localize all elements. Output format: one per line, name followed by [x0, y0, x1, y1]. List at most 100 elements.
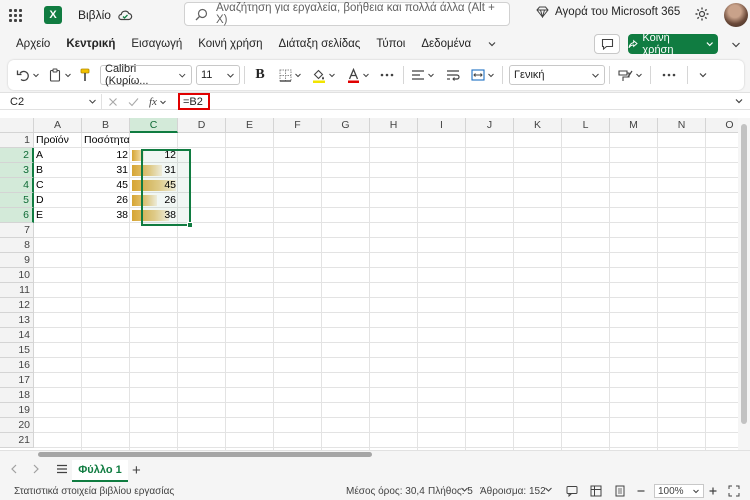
cloud-saved-icon[interactable] [117, 7, 133, 23]
wrap-text-button[interactable] [442, 60, 464, 90]
row-header-9[interactable]: 9 [0, 253, 34, 268]
fit-to-window-icon[interactable] [728, 485, 740, 497]
row-header-21[interactable]: 21 [0, 433, 34, 448]
row-header-15[interactable]: 15 [0, 343, 34, 358]
next-sheet-chevron-icon[interactable] [32, 464, 40, 474]
cancel-x-icon[interactable] [108, 97, 118, 107]
horizontal-scroll-thumb[interactable] [38, 452, 372, 457]
cell-A1[interactable]: Προϊόν [34, 133, 82, 148]
row-header-20[interactable]: 20 [0, 418, 34, 433]
tab-data[interactable]: Δεδομένα [413, 30, 479, 58]
collapse-ribbon-chevron-icon[interactable] [730, 38, 742, 50]
all-sheets-menu-icon[interactable] [56, 464, 68, 474]
row-header-3[interactable]: 3 [0, 163, 34, 178]
add-sheet-plus-icon[interactable]: + [132, 462, 141, 479]
zoom-out-minus-icon[interactable] [636, 485, 646, 497]
document-title[interactable]: Βιβλίο [78, 8, 111, 22]
tabs-overflow-chevron-icon[interactable] [479, 30, 505, 58]
borders-button[interactable] [275, 60, 305, 90]
fill-handle[interactable] [187, 222, 193, 228]
search-box[interactable]: Αναζήτηση για εργαλεία, βοήθεια και πολλ… [184, 2, 510, 26]
workbook-statistics[interactable]: Στατιστικά στοιχεία βιβλίου εργασίας [14, 486, 174, 497]
undo-button[interactable] [14, 60, 42, 90]
column-header-n[interactable]: N [658, 118, 706, 133]
row-header-10[interactable]: 10 [0, 268, 34, 283]
cell-B3[interactable]: 31 [82, 163, 130, 178]
prev-sheet-chevron-icon[interactable] [10, 464, 18, 474]
zoom-in-plus-icon[interactable] [708, 485, 718, 497]
column-header-b[interactable]: B [82, 118, 130, 133]
column-header-o[interactable]: O [706, 118, 738, 133]
cell-B2[interactable]: 12 [82, 148, 130, 163]
toolbar-expand-button[interactable] [692, 60, 714, 90]
column-header-j[interactable]: J [466, 118, 514, 133]
cell-C4[interactable]: 45 [130, 178, 178, 193]
row-header-6[interactable]: 6 [0, 208, 34, 223]
cell-C2[interactable]: 12 [130, 148, 178, 163]
zoom-level-dropdown[interactable]: 100% [654, 484, 704, 498]
more-font-options-button[interactable] [375, 60, 399, 90]
status-dropdown-chevron-icon[interactable] [544, 485, 553, 494]
column-header-d[interactable]: D [178, 118, 226, 133]
cell-A3[interactable]: B [34, 163, 82, 178]
sheet-tab-1[interactable]: Φύλλο 1 [72, 460, 128, 482]
merge-cells-button[interactable] [468, 60, 498, 90]
vertical-scrollbar[interactable] [738, 118, 750, 450]
insert-function-fx-icon[interactable]: fx [149, 96, 157, 108]
row-header-13[interactable]: 13 [0, 313, 34, 328]
tab-home[interactable]: Κεντρική [58, 30, 123, 58]
row-header-8[interactable]: 8 [0, 238, 34, 253]
row-header-16[interactable]: 16 [0, 358, 34, 373]
share-button[interactable]: Κοινή χρήση [628, 32, 718, 56]
row-header-4[interactable]: 4 [0, 178, 34, 193]
column-header-l[interactable]: L [562, 118, 610, 133]
styles-button[interactable] [614, 60, 646, 90]
row-header-19[interactable]: 19 [0, 403, 34, 418]
column-header-g[interactable]: G [322, 118, 370, 133]
font-size-dropdown[interactable]: 11 [196, 65, 240, 85]
cell-B1[interactable]: Ποσότητα [82, 133, 152, 148]
confirm-check-icon[interactable] [128, 97, 139, 107]
column-header-c[interactable]: C [130, 118, 178, 133]
app-launcher-icon[interactable] [0, 0, 30, 30]
font-name-dropdown[interactable]: Calibri (Κυρίω... [100, 63, 192, 87]
cell-C5[interactable]: 26 [130, 193, 178, 208]
horizontal-scrollbar[interactable] [0, 450, 750, 458]
row-header-7[interactable]: 7 [0, 223, 34, 238]
cell-A6[interactable]: E [34, 208, 82, 223]
row-header-18[interactable]: 18 [0, 388, 34, 403]
cell-B5[interactable]: 26 [82, 193, 130, 208]
tab-formulas[interactable]: Τύποι [368, 30, 413, 58]
cell-C6[interactable]: 38 [130, 208, 178, 223]
row-header-2[interactable]: 2 [0, 148, 34, 163]
column-header-i[interactable]: I [418, 118, 466, 133]
feedback-icon[interactable] [566, 485, 578, 497]
normal-view-icon[interactable] [590, 485, 602, 497]
status-dropdown-chevron-icon[interactable] [460, 485, 469, 494]
page-layout-view-icon[interactable] [614, 485, 626, 497]
number-format-dropdown[interactable]: Γενική [509, 65, 605, 85]
column-header-e[interactable]: E [226, 118, 274, 133]
column-header-k[interactable]: K [514, 118, 562, 133]
vertical-scroll-thumb[interactable] [741, 124, 747, 424]
font-color-button[interactable] [343, 60, 373, 90]
cell-A4[interactable]: C [34, 178, 82, 193]
format-painter-button[interactable] [74, 60, 96, 90]
row-header-5[interactable]: 5 [0, 193, 34, 208]
cell-B4[interactable]: 45 [82, 178, 130, 193]
user-avatar[interactable] [724, 3, 748, 27]
row-header-1[interactable]: 1 [0, 133, 34, 148]
select-all-corner[interactable] [0, 118, 34, 133]
row-header-17[interactable]: 17 [0, 373, 34, 388]
row-header-14[interactable]: 14 [0, 328, 34, 343]
cell-A2[interactable]: A [34, 148, 82, 163]
column-header-f[interactable]: F [274, 118, 322, 133]
formula-input[interactable]: =B2 [178, 93, 210, 110]
tab-share[interactable]: Κοινή χρήση [190, 30, 270, 58]
column-header-m[interactable]: M [610, 118, 658, 133]
row-header-11[interactable]: 11 [0, 283, 34, 298]
more-toolbar-options-button[interactable] [655, 60, 683, 90]
tab-page-layout[interactable]: Διάταξη σελίδας [271, 30, 369, 58]
column-header-h[interactable]: H [370, 118, 418, 133]
buy-microsoft-365-link[interactable]: Αγορά του Microsoft 365 [536, 6, 680, 18]
